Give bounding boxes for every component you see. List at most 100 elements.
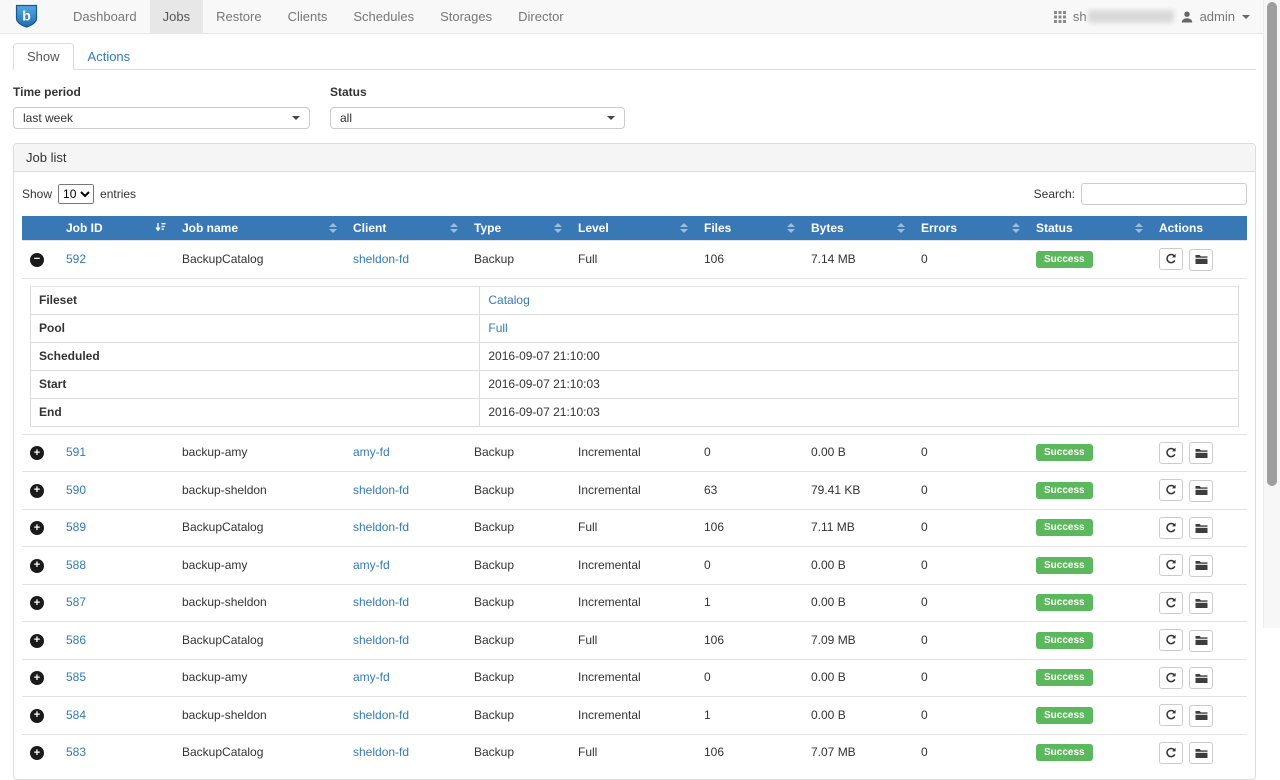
status-badge: Success bbox=[1036, 594, 1093, 611]
rerun-job-button[interactable] bbox=[1159, 629, 1183, 651]
expand-row-button[interactable]: + bbox=[30, 484, 44, 498]
collapse-row-button[interactable]: − bbox=[30, 253, 44, 267]
job-id-link[interactable]: 584 bbox=[66, 708, 86, 722]
job-bytes-cell: 0.00 B bbox=[803, 697, 913, 735]
job-files-button[interactable] bbox=[1189, 517, 1213, 539]
nav-item[interactable]: Storages bbox=[427, 0, 505, 33]
tab-show[interactable]: Show bbox=[13, 43, 74, 70]
job-files-button[interactable] bbox=[1189, 555, 1213, 577]
job-files-button[interactable] bbox=[1189, 630, 1213, 652]
job-files-button[interactable] bbox=[1189, 742, 1213, 764]
client-link[interactable]: amy-fd bbox=[353, 445, 390, 459]
job-errors-cell: 0 bbox=[913, 434, 1028, 472]
job-files-button[interactable] bbox=[1189, 480, 1213, 502]
job-id-link[interactable]: 592 bbox=[66, 252, 86, 266]
time-period-value: last week bbox=[23, 111, 73, 125]
job-id-link[interactable]: 591 bbox=[66, 445, 86, 459]
expand-row-button[interactable]: + bbox=[30, 446, 44, 460]
main-nav: Dashboard Jobs Restore Clients Schedules… bbox=[60, 0, 577, 33]
column-header[interactable] bbox=[22, 216, 58, 241]
client-link[interactable]: sheldon-fd bbox=[353, 633, 409, 647]
job-detail-value[interactable]: Full bbox=[488, 321, 507, 335]
host-name[interactable]: sh bbox=[1073, 9, 1174, 24]
baculum-logo[interactable]: b bbox=[15, 0, 38, 33]
status-badge: Success bbox=[1036, 444, 1093, 461]
client-link[interactable]: sheldon-fd bbox=[353, 252, 409, 266]
expand-row-button[interactable]: + bbox=[30, 596, 44, 610]
column-header[interactable]: Status bbox=[1028, 216, 1151, 241]
nav-item[interactable]: Jobs bbox=[150, 0, 203, 33]
nav-item[interactable]: Director bbox=[505, 0, 577, 33]
job-type-cell: Backup bbox=[466, 622, 570, 660]
nav-item[interactable]: Restore bbox=[203, 0, 275, 33]
column-header[interactable]: Job name bbox=[174, 216, 345, 241]
client-link[interactable]: sheldon-fd bbox=[353, 483, 409, 497]
status-value: all bbox=[340, 111, 352, 125]
job-id-link[interactable]: 586 bbox=[66, 633, 86, 647]
client-link[interactable]: sheldon-fd bbox=[353, 708, 409, 722]
column-header[interactable]: Bytes bbox=[803, 216, 913, 241]
column-header[interactable]: Errors bbox=[913, 216, 1028, 241]
folder-icon bbox=[1195, 673, 1208, 684]
rerun-job-button[interactable] bbox=[1159, 667, 1183, 689]
job-files-button[interactable] bbox=[1189, 592, 1213, 614]
vertical-scrollbar[interactable] bbox=[1263, 0, 1280, 628]
rerun-icon bbox=[1165, 747, 1177, 759]
job-id-link[interactable]: 588 bbox=[66, 558, 86, 572]
nav-item-label: Restore bbox=[216, 9, 262, 24]
entries-select[interactable]: 10 bbox=[58, 184, 94, 204]
status-select[interactable]: all bbox=[330, 107, 625, 129]
rerun-job-button[interactable] bbox=[1159, 704, 1183, 726]
rerun-job-button[interactable] bbox=[1159, 442, 1183, 464]
rerun-job-button[interactable] bbox=[1159, 517, 1183, 539]
column-header[interactable]: Client bbox=[345, 216, 466, 241]
apps-grid-icon[interactable] bbox=[1054, 11, 1066, 23]
job-files-button[interactable] bbox=[1189, 667, 1213, 689]
column-header[interactable]: Actions bbox=[1151, 216, 1247, 241]
scrollbar-thumb[interactable] bbox=[1267, 2, 1277, 486]
sort-icon bbox=[1135, 223, 1143, 233]
job-type-cell: Backup bbox=[466, 697, 570, 735]
job-id-link[interactable]: 583 bbox=[66, 745, 86, 759]
expand-row-button[interactable]: + bbox=[30, 634, 44, 648]
job-id-link[interactable]: 590 bbox=[66, 483, 86, 497]
job-row: + 588 backup-amy amy-fd Backup Increment… bbox=[22, 547, 1247, 585]
client-link[interactable]: amy-fd bbox=[353, 670, 390, 684]
job-id-link[interactable]: 585 bbox=[66, 670, 86, 684]
expand-row-button[interactable]: + bbox=[30, 559, 44, 573]
rerun-job-button[interactable] bbox=[1159, 248, 1183, 270]
job-detail-row: Fileset Catalog bbox=[31, 286, 1239, 314]
column-header[interactable]: Files bbox=[696, 216, 803, 241]
sort-icon bbox=[554, 223, 562, 233]
user-menu[interactable]: admin bbox=[1200, 9, 1235, 24]
column-header[interactable]: Level bbox=[570, 216, 696, 241]
job-id-link[interactable]: 587 bbox=[66, 595, 86, 609]
nav-item[interactable]: Clients bbox=[275, 0, 341, 33]
search-input[interactable] bbox=[1081, 183, 1247, 205]
expand-row-button[interactable]: + bbox=[30, 671, 44, 685]
column-header[interactable]: Job ID bbox=[58, 216, 174, 241]
nav-item[interactable]: Schedules bbox=[340, 0, 427, 33]
client-link[interactable]: sheldon-fd bbox=[353, 520, 409, 534]
folder-icon bbox=[1195, 598, 1208, 609]
job-id-link[interactable]: 589 bbox=[66, 520, 86, 534]
rerun-job-button[interactable] bbox=[1159, 554, 1183, 576]
rerun-job-button[interactable] bbox=[1159, 742, 1183, 764]
column-header[interactable]: Type bbox=[466, 216, 570, 241]
client-link[interactable]: sheldon-fd bbox=[353, 595, 409, 609]
client-link[interactable]: sheldon-fd bbox=[353, 745, 409, 759]
job-files-button[interactable] bbox=[1189, 442, 1213, 464]
expand-row-button[interactable]: + bbox=[30, 709, 44, 723]
job-detail-value[interactable]: Catalog bbox=[488, 293, 529, 307]
time-period-select[interactable]: last week bbox=[13, 107, 310, 129]
job-files-button[interactable] bbox=[1189, 249, 1213, 271]
job-files-button[interactable] bbox=[1189, 705, 1213, 727]
expand-row-button[interactable]: + bbox=[30, 521, 44, 535]
rerun-job-button[interactable] bbox=[1159, 592, 1183, 614]
rerun-job-button[interactable] bbox=[1159, 479, 1183, 501]
job-type-cell: Backup bbox=[466, 584, 570, 622]
nav-item[interactable]: Dashboard bbox=[60, 0, 150, 33]
client-link[interactable]: amy-fd bbox=[353, 558, 390, 572]
tab-actions[interactable]: Actions bbox=[74, 43, 145, 70]
expand-row-button[interactable]: + bbox=[30, 746, 44, 760]
